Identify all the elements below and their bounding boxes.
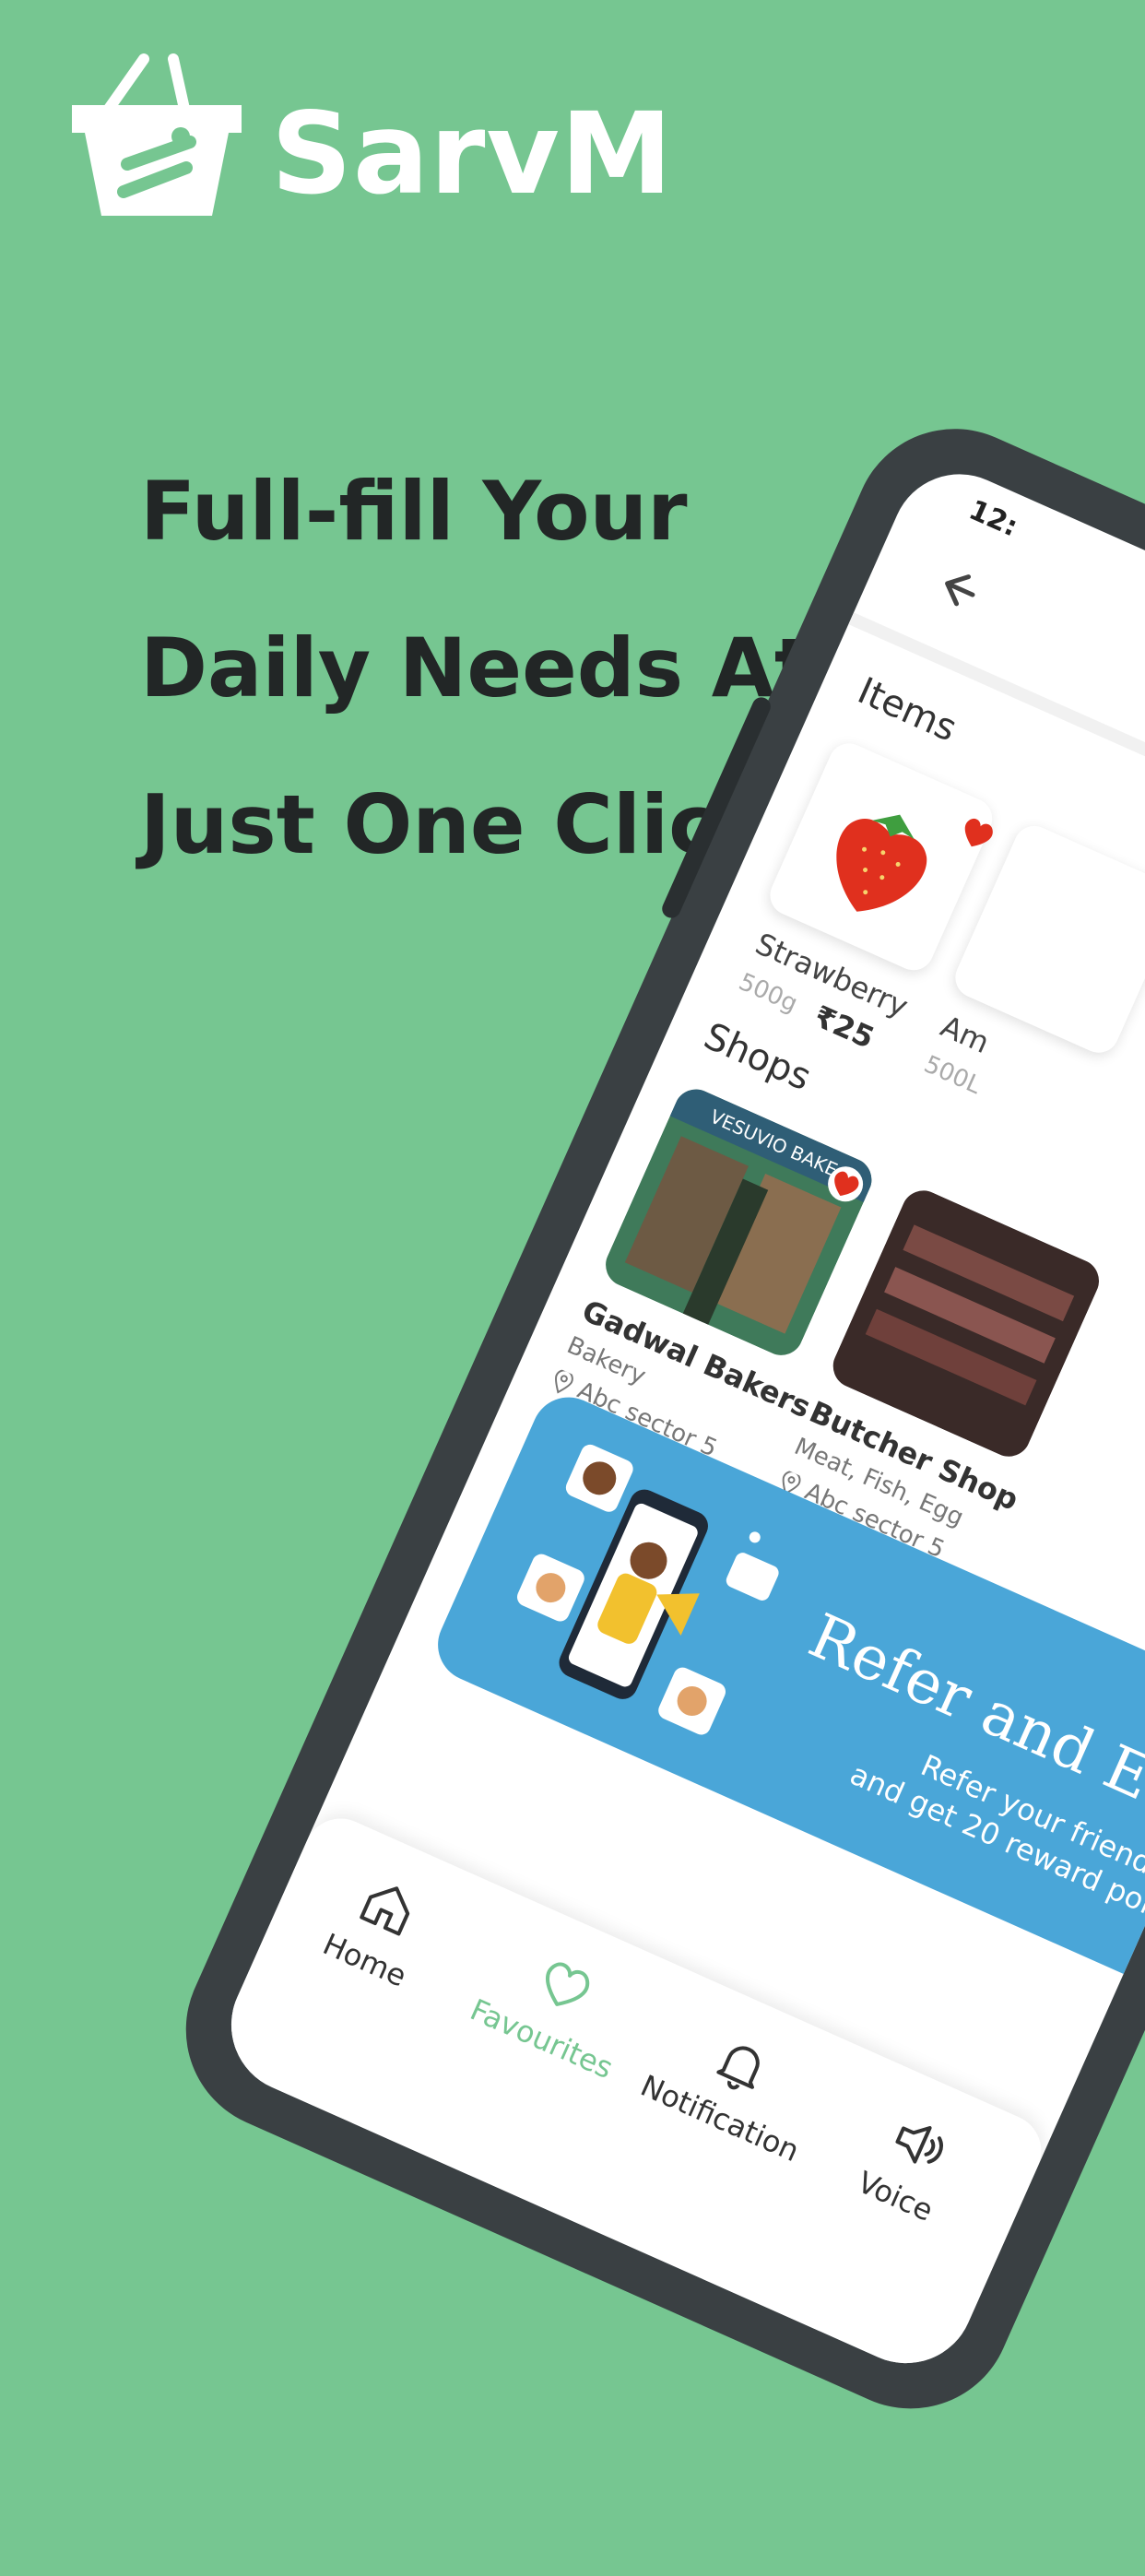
- bottom-navigation: Home Favourites Notification Voice: [209, 1806, 1054, 2385]
- bell-icon: [716, 2046, 760, 2090]
- basket-logo-icon: [72, 53, 242, 216]
- back-arrow-icon[interactable]: [919, 550, 992, 623]
- home-icon: [360, 1886, 410, 1936]
- refer-illustration: [516, 1444, 779, 1735]
- nav-favourites[interactable]: Favourites: [459, 1927, 653, 2089]
- speaker-icon: [895, 2126, 943, 2164]
- brand-name: SarvM: [271, 89, 674, 219]
- items-section-title: Items: [851, 669, 963, 750]
- headline-line-2: Daily Needs At: [140, 620, 813, 715]
- heart-icon: [546, 1962, 590, 2006]
- headline-line-1: Full-fill Your: [140, 464, 688, 559]
- status-time: 12:: [963, 493, 1023, 544]
- app-logo: SarvM: [72, 53, 672, 219]
- favourite-heart-icon[interactable]: [953, 809, 1002, 857]
- shops-section-title: Shops: [697, 1014, 818, 1100]
- nav-voice[interactable]: Voice: [812, 2085, 1006, 2247]
- location-pin-icon: [555, 1368, 574, 1394]
- strawberry-image: [836, 814, 927, 912]
- nav-notification[interactable]: Notification: [635, 2005, 829, 2168]
- nav-home[interactable]: Home: [282, 1848, 476, 2010]
- item-name: Am: [935, 1008, 995, 1061]
